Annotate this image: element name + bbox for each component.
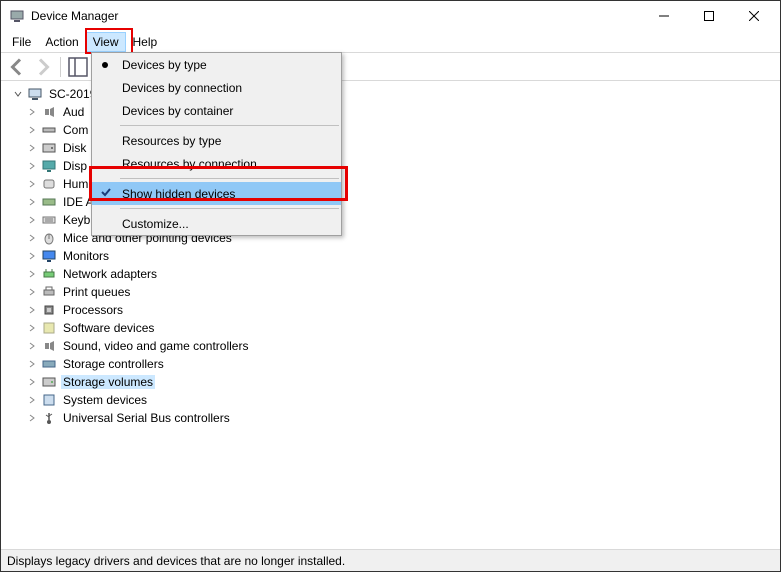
status-bar: Displays legacy drivers and devices that…	[1, 549, 780, 571]
tree-node-label: Sound, video and game controllers	[61, 339, 250, 353]
chevron-right-icon[interactable]	[27, 269, 37, 279]
view-dropdown: Devices by type Devices by connection De…	[91, 52, 342, 236]
chevron-right-icon[interactable]	[27, 161, 37, 171]
chevron-right-icon[interactable]	[27, 251, 37, 261]
view-devices-by-connection[interactable]: Devices by connection	[92, 76, 341, 99]
monitor-icon	[41, 248, 57, 264]
view-resources-by-type[interactable]: Resources by type	[92, 129, 341, 152]
chevron-right-icon[interactable]	[27, 341, 37, 351]
tree-node-label: Keyb	[61, 213, 92, 227]
close-button[interactable]	[731, 2, 776, 31]
tree-node-label: Disk	[61, 141, 88, 155]
title-bar: Device Manager	[1, 1, 780, 31]
tree-node[interactable]: Network adapters	[7, 265, 780, 283]
tree-node[interactable]: Software devices	[7, 319, 780, 337]
highlight-view-menu	[85, 28, 133, 54]
menu-label: Customize...	[122, 217, 189, 231]
storagectrl-icon	[41, 356, 57, 372]
chevron-right-icon[interactable]	[27, 215, 37, 225]
tree-node-label: Universal Serial Bus controllers	[61, 411, 232, 425]
menu-label: Devices by container	[122, 104, 233, 118]
tree-node-label: Hum	[61, 177, 90, 191]
hid-icon	[41, 176, 57, 192]
tree-node-label: Monitors	[61, 249, 111, 263]
chevron-right-icon[interactable]	[27, 413, 37, 423]
chevron-right-icon[interactable]	[27, 377, 37, 387]
chevron-right-icon[interactable]	[27, 305, 37, 315]
highlight-show-hidden	[89, 166, 348, 201]
chevron-right-icon[interactable]	[27, 287, 37, 297]
ide-icon	[41, 194, 57, 210]
toolbar-separator	[60, 57, 61, 77]
chevron-right-icon[interactable]	[27, 125, 37, 135]
view-customize[interactable]: Customize...	[92, 212, 341, 235]
chevron-right-icon[interactable]	[27, 179, 37, 189]
menu-separator	[120, 125, 339, 126]
menu-separator	[120, 208, 339, 209]
speaker-icon	[41, 104, 57, 120]
tree-node-label: Com	[61, 123, 90, 137]
menu-label: Devices by connection	[122, 81, 242, 95]
app-icon	[9, 8, 25, 24]
chevron-right-icon[interactable]	[27, 395, 37, 405]
tree-node-label: Print queues	[61, 285, 132, 299]
tree-node[interactable]: Processors	[7, 301, 780, 319]
tree-node-label: Software devices	[61, 321, 156, 335]
tree-node-label: Processors	[61, 303, 125, 317]
usb-icon	[41, 410, 57, 426]
com-icon	[41, 122, 57, 138]
forward-button[interactable]	[31, 55, 55, 79]
tree-node[interactable]: Print queues	[7, 283, 780, 301]
back-button[interactable]	[5, 55, 29, 79]
printer-icon	[41, 284, 57, 300]
display-icon	[41, 158, 57, 174]
tree-node[interactable]: Storage volumes	[7, 373, 780, 391]
tree-node-label: Network adapters	[61, 267, 159, 281]
menu-action[interactable]: Action	[38, 32, 85, 52]
tree-node[interactable]: Sound, video and game controllers	[7, 337, 780, 355]
tree-node-label: Storage volumes	[61, 375, 155, 389]
storagevol-icon	[41, 374, 57, 390]
minimize-button[interactable]	[641, 2, 686, 31]
menu-label: Resources by type	[122, 134, 221, 148]
network-icon	[41, 266, 57, 282]
keyboard-icon	[41, 212, 57, 228]
menu-file[interactable]: File	[5, 32, 38, 52]
tree-node[interactable]: Storage controllers	[7, 355, 780, 373]
view-devices-by-type[interactable]: Devices by type	[92, 53, 341, 76]
chevron-right-icon[interactable]	[27, 233, 37, 243]
chevron-right-icon[interactable]	[27, 359, 37, 369]
system-icon	[41, 392, 57, 408]
tree-node-label: Storage controllers	[61, 357, 166, 371]
mouse-icon	[41, 230, 57, 246]
chevron-down-icon[interactable]	[13, 89, 23, 99]
software-icon	[41, 320, 57, 336]
computer-icon	[27, 86, 43, 102]
tree-node-label: System devices	[61, 393, 149, 407]
cpu-icon	[41, 302, 57, 318]
view-devices-by-container[interactable]: Devices by container	[92, 99, 341, 122]
status-text: Displays legacy drivers and devices that…	[7, 554, 345, 568]
tree-node-label: Disp	[61, 159, 89, 173]
tree-node[interactable]: Monitors	[7, 247, 780, 265]
sound-icon	[41, 338, 57, 354]
chevron-right-icon[interactable]	[27, 197, 37, 207]
chevron-right-icon[interactable]	[27, 143, 37, 153]
tree-node-label: Aud	[61, 105, 86, 119]
chevron-right-icon[interactable]	[27, 323, 37, 333]
bullet-icon	[102, 62, 108, 68]
disk-icon	[41, 140, 57, 156]
window-title: Device Manager	[31, 9, 118, 23]
maximize-button[interactable]	[686, 2, 731, 31]
tree-node[interactable]: System devices	[7, 391, 780, 409]
chevron-right-icon[interactable]	[27, 107, 37, 117]
show-hide-tree-button[interactable]	[66, 55, 90, 79]
menu-label: Devices by type	[122, 58, 207, 72]
tree-node[interactable]: Universal Serial Bus controllers	[7, 409, 780, 427]
